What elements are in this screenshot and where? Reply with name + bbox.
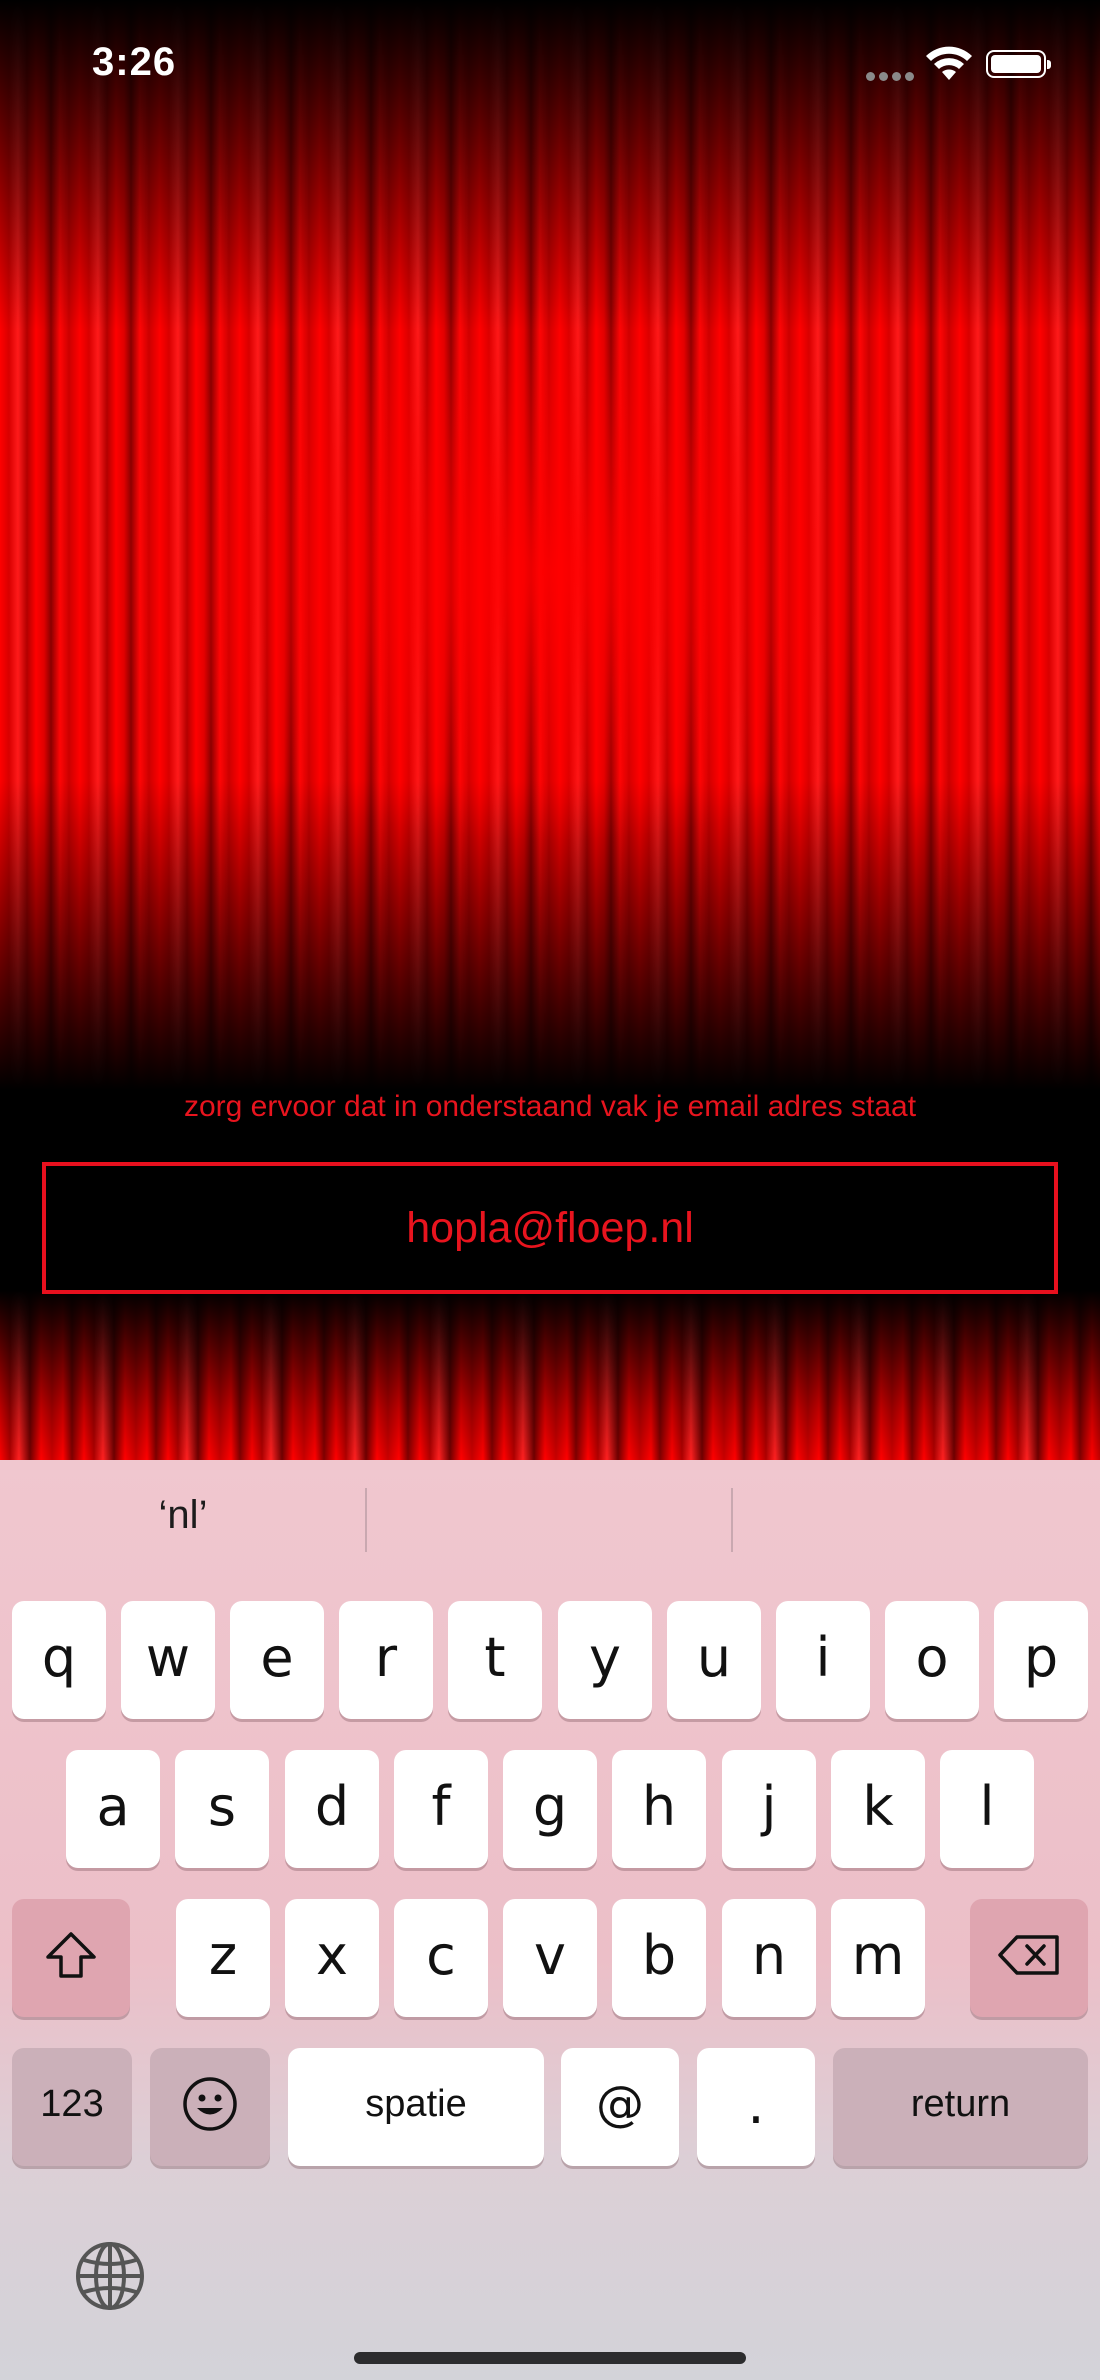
key-b[interactable]: b xyxy=(612,1899,706,2017)
email-instruction-label: zorg ervoor dat in onderstaand vak je em… xyxy=(183,1090,917,1123)
key-v[interactable]: v xyxy=(503,1899,597,2017)
key-o[interactable]: o xyxy=(885,1601,979,1719)
numbers-key[interactable]: 123 xyxy=(12,2048,132,2166)
keyboard: ‘nl’ q w e r t y u i o p a s d f g h j k… xyxy=(0,1460,1100,2380)
key-p[interactable]: p xyxy=(994,1601,1088,1719)
key-u[interactable]: u xyxy=(667,1601,761,1719)
red-streaks-bottom xyxy=(0,1290,1100,1460)
backspace-icon xyxy=(998,1935,1059,1975)
key-m[interactable]: m xyxy=(831,1899,925,2017)
status-bar: 3:26 xyxy=(0,0,1100,130)
key-z[interactable]: z xyxy=(176,1899,270,2017)
key-l[interactable]: l xyxy=(940,1750,1034,1868)
delete-key[interactable] xyxy=(970,1899,1088,2017)
key-d[interactable]: d xyxy=(285,1750,379,1868)
key-t[interactable]: t xyxy=(448,1601,542,1719)
globe-icon[interactable] xyxy=(74,2240,146,2312)
email-field-value: hopla@floep.nl xyxy=(406,1203,694,1252)
predictive-text-bar: ‘nl’ xyxy=(0,1460,1100,1570)
suggestion-2[interactable] xyxy=(367,1482,733,1548)
key-f[interactable]: f xyxy=(394,1750,488,1868)
shift-key[interactable] xyxy=(12,1899,130,2017)
key-x[interactable]: x xyxy=(285,1899,379,2017)
cellular-signal-icon xyxy=(866,68,918,86)
emoji-icon xyxy=(183,2077,237,2131)
shift-icon xyxy=(46,1932,96,1978)
at-key[interactable]: @ xyxy=(561,2048,679,2166)
emoji-key[interactable] xyxy=(150,2048,270,2166)
key-g[interactable]: g xyxy=(503,1750,597,1868)
key-w[interactable]: w xyxy=(121,1601,215,1719)
red-streaks-top xyxy=(0,0,1100,1100)
key-i[interactable]: i xyxy=(776,1601,870,1719)
suggestion-3[interactable] xyxy=(733,1482,1099,1548)
suggestion-1[interactable]: ‘nl’ xyxy=(0,1482,366,1548)
dot-key[interactable]: . xyxy=(697,2048,815,2166)
key-h[interactable]: h xyxy=(612,1750,706,1868)
email-field[interactable]: hopla@floep.nl xyxy=(42,1162,1058,1294)
wifi-icon xyxy=(926,46,972,80)
key-k[interactable]: k xyxy=(831,1750,925,1868)
battery-icon xyxy=(986,50,1051,78)
key-y[interactable]: y xyxy=(558,1601,652,1719)
space-key[interactable]: spatie xyxy=(288,2048,544,2166)
key-a[interactable]: a xyxy=(66,1750,160,1868)
home-indicator xyxy=(354,2352,746,2364)
key-s[interactable]: s xyxy=(175,1750,269,1868)
key-n[interactable]: n xyxy=(722,1899,816,2017)
key-r[interactable]: r xyxy=(339,1601,433,1719)
key-q[interactable]: q xyxy=(12,1601,106,1719)
key-j[interactable]: j xyxy=(722,1750,816,1868)
status-time: 3:26 xyxy=(92,40,177,84)
return-key[interactable]: return xyxy=(833,2048,1088,2166)
key-e[interactable]: e xyxy=(230,1601,324,1719)
key-c[interactable]: c xyxy=(394,1899,488,2017)
